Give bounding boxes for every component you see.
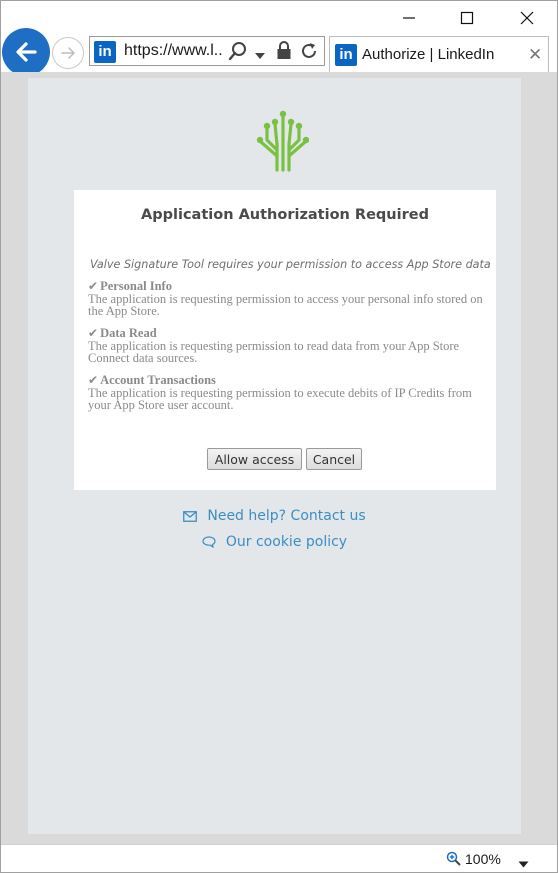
close-tab-icon[interactable]: ✕ [528, 45, 542, 65]
minimize-button[interactable] [386, 0, 432, 36]
tree-logo-icon [256, 110, 309, 172]
tab-title: Authorize | LinkedIn [362, 46, 495, 63]
back-arrow-icon [16, 42, 37, 62]
checkmark-icon: ✔ [88, 326, 99, 340]
dialog-intro: Valve Signature Tool requires your permi… [90, 258, 491, 271]
authorization-dialog: Application Authorization Required Valve… [74, 190, 496, 490]
navigation-bar: in https://www.l... in Authorize | Linke… [0, 28, 558, 76]
status-bar: 100% [0, 844, 558, 873]
permission-name: Personal Info [100, 279, 172, 293]
lock-icon[interactable] [276, 40, 292, 65]
permission-description: The application is requesting permission… [88, 386, 472, 412]
linkedin-favicon: in [335, 44, 357, 66]
cookie-policy-link[interactable]: Our cookie policy [28, 534, 521, 550]
dialog-title: Application Authorization Required [141, 207, 429, 223]
maximize-icon [460, 11, 474, 25]
permission-item: ✔ Account Transactions The application is… [88, 373, 483, 412]
maximize-button[interactable] [444, 0, 490, 36]
page-content: Application Authorization Required Valve… [28, 78, 521, 834]
page-viewport: Application Authorization Required Valve… [0, 72, 558, 844]
envelope-icon [183, 510, 198, 522]
permission-description: The application is requesting permission… [88, 339, 460, 365]
zoom-level[interactable]: 100% [465, 851, 501, 867]
refresh-icon[interactable] [299, 41, 319, 66]
permission-item: ✔ Data Read The application is requesting… [88, 326, 483, 365]
title-bar [0, 0, 558, 36]
back-button[interactable] [2, 28, 50, 76]
cancel-button[interactable]: Cancel [306, 448, 362, 470]
tab-authorize[interactable]: in Authorize | LinkedIn ✕ [329, 36, 549, 72]
search-icon[interactable] [228, 41, 248, 66]
chevron-down-icon[interactable] [518, 855, 529, 873]
linkedin-favicon: in [94, 41, 116, 63]
minimize-icon [403, 17, 415, 19]
help-link-text[interactable]: Need help? Contact us [207, 508, 365, 524]
cookie-policy-link-text[interactable]: Our cookie policy [226, 534, 347, 550]
permission-item: ✔ Personal Info The application is reques… [88, 279, 483, 318]
help-link[interactable]: Need help? Contact us [28, 508, 521, 524]
address-url[interactable]: https://www.l... [124, 42, 222, 60]
forward-button[interactable] [52, 37, 84, 69]
speech-bubble-icon [202, 536, 216, 548]
checkmark-icon: ✔ [88, 373, 99, 387]
permission-description: The application is requesting permission… [88, 292, 483, 318]
chevron-down-icon[interactable] [254, 47, 266, 65]
allow-access-button[interactable]: Allow access [207, 448, 302, 470]
close-icon [520, 11, 534, 25]
forward-arrow-icon [61, 47, 75, 59]
checkmark-icon: ✔ [88, 279, 99, 293]
zoom-icon[interactable] [446, 851, 462, 872]
permission-name: Account Transactions [100, 373, 216, 387]
permission-name: Data Read [100, 326, 157, 340]
address-bar[interactable]: in https://www.l... [89, 36, 325, 66]
close-window-button[interactable] [504, 0, 550, 36]
